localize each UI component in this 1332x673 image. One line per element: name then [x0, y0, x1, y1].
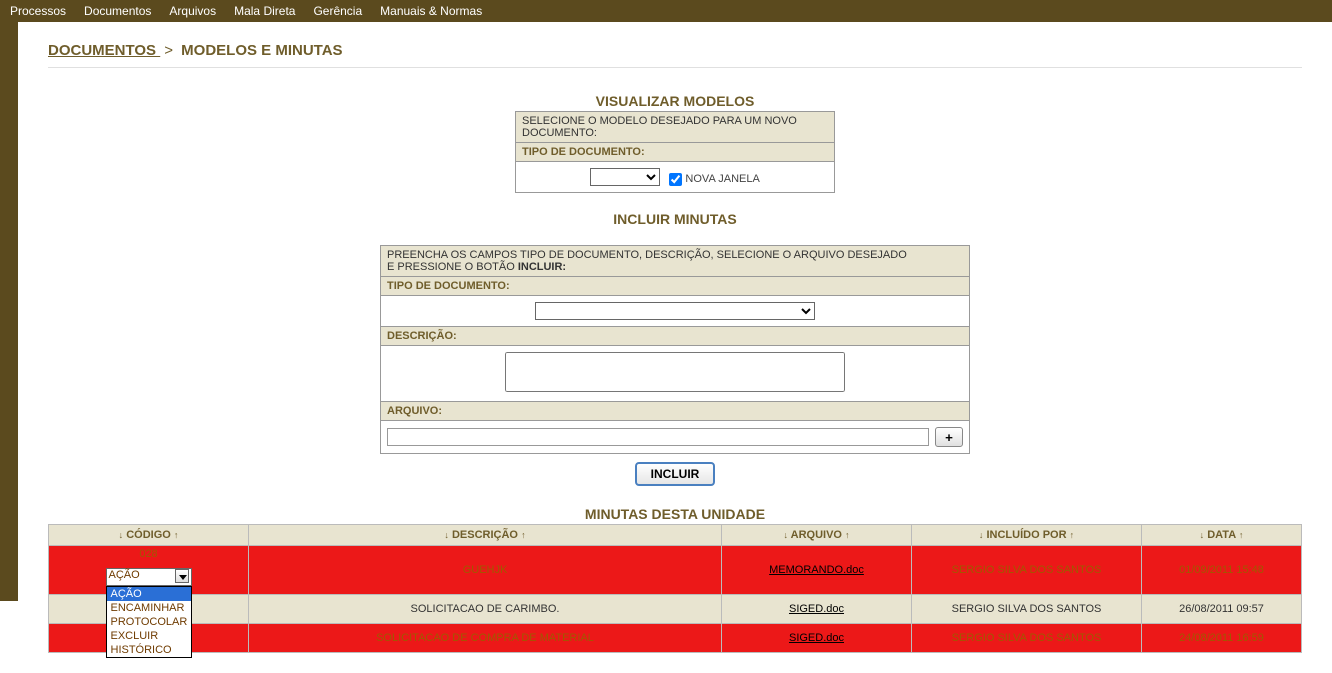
table-row: SOLICITACAO DE COMPRA DE MATERIAL SIGED.…	[49, 624, 1302, 653]
th-codigo-text: CÓDIGO	[126, 529, 171, 541]
im-header: PREENCHA OS CAMPOS TIPO DE DOCUMENTO, DE…	[381, 246, 969, 277]
im-header-line1: PREENCHA OS CAMPOS TIPO DE DOCUMENTO, DE…	[387, 249, 907, 261]
vm-tipo-label: TIPO DE DOCUMENTO:	[516, 143, 834, 162]
im-header-line2b: INCLUIR:	[518, 261, 566, 273]
topbar-arquivos[interactable]: Arquivos	[169, 4, 216, 18]
sort-up-icon: ↑	[1239, 530, 1244, 540]
cell-user: SERGIO SILVA DOS SANTOS	[912, 546, 1142, 595]
action-opt-excluir[interactable]: EXCLUIR	[107, 629, 191, 643]
table-row: SOLICITACAO DE CARIMBO. SIGED.doc SERGIO…	[49, 595, 1302, 624]
im-tipo-select[interactable]	[535, 302, 815, 320]
sort-up-icon: ↑	[845, 530, 850, 540]
im-panel: PREENCHA OS CAMPOS TIPO DE DOCUMENTO, DE…	[380, 245, 970, 454]
cell-data: 24/08/2011 16:59	[1142, 624, 1302, 653]
th-arquivo[interactable]: ↓ ARQUIVO ↑	[722, 525, 912, 546]
th-desc-text: DESCRIÇÃO	[452, 529, 518, 541]
im-arquivo-label: ARQUIVO:	[381, 402, 969, 421]
incluir-button[interactable]: INCLUIR	[635, 462, 716, 486]
sort-down-icon: ↓	[119, 530, 124, 540]
file-link[interactable]: MEMORANDO.doc	[769, 564, 864, 576]
cell-data: 01/09/2011 15:48	[1142, 546, 1302, 595]
topbar-processos[interactable]: Processos	[10, 4, 66, 18]
action-select-wrap: AÇÃO AÇÃO ENCAMINHAR PROTOCOLAR EXCLUIR …	[106, 568, 192, 586]
im-arquivo-row: +	[381, 421, 969, 453]
th-codigo[interactable]: ↓ CÓDIGO ↑	[49, 525, 249, 546]
cell-arquivo: SIGED.doc	[722, 595, 912, 624]
cell-arquivo: MEMORANDO.doc	[722, 546, 912, 595]
grid-table: ↓ CÓDIGO ↑ ↓ DESCRIÇÃO ↑ ↓ ARQUIVO ↑ ↓ I…	[48, 524, 1302, 653]
im-tipo-label: TIPO DE DOCUMENTO:	[381, 277, 969, 296]
action-select-value: AÇÃO	[109, 569, 140, 581]
chevron-down-icon	[175, 569, 189, 583]
im-title: INCLUIR MINUTAS	[48, 211, 1302, 227]
cell-arquivo: SIGED.doc	[722, 624, 912, 653]
vm-title: VISUALIZAR MODELOS	[48, 93, 1302, 109]
th-user-text: INCLUÍDO POR	[986, 529, 1066, 541]
breadcrumb-current: MODELOS E MINUTAS	[181, 42, 342, 59]
file-link[interactable]: SIGED.doc	[789, 603, 844, 615]
cell-desc: GUEHJK	[249, 546, 722, 595]
row-code: 028	[139, 548, 157, 560]
action-opt-protocolar[interactable]: PROTOCOLAR	[107, 615, 191, 629]
sort-down-icon: ↓	[444, 530, 449, 540]
vm-nova-janela-checkbox[interactable]	[669, 173, 682, 186]
topbar-mala-direta[interactable]: Mala Direta	[234, 4, 295, 18]
sort-down-icon: ↓	[1200, 530, 1205, 540]
th-desc[interactable]: ↓ DESCRIÇÃO ↑	[249, 525, 722, 546]
topbar-gerencia[interactable]: Gerência	[313, 4, 362, 18]
breadcrumb: DOCUMENTOS > MODELOS E MINUTAS	[48, 42, 1302, 68]
action-opt-historico[interactable]: HISTÓRICO	[107, 643, 191, 657]
content: DOCUMENTOS > MODELOS E MINUTAS VISUALIZA…	[18, 22, 1332, 673]
grid-title: MINUTAS DESTA UNIDADE	[48, 506, 1302, 522]
th-data[interactable]: ↓ DATA ↑	[1142, 525, 1302, 546]
table-row: 028 AÇÃO AÇÃO ENCAMINHAR PROTOCOLAR EXCL…	[49, 546, 1302, 595]
im-header-line2a: E PRESSIONE O BOTÃO	[387, 261, 518, 273]
breadcrumb-documentos[interactable]: DOCUMENTOS	[48, 42, 160, 59]
th-arquivo-text: ARQUIVO	[791, 529, 842, 541]
sort-down-icon: ↓	[783, 530, 788, 540]
vm-tipo-select[interactable]	[590, 168, 660, 186]
file-link[interactable]: SIGED.doc	[789, 632, 844, 644]
breadcrumb-sep: >	[164, 42, 173, 59]
vm-nova-janela-label: NOVA JANELA	[685, 173, 759, 185]
action-select[interactable]: AÇÃO	[106, 568, 192, 586]
action-dropdown: AÇÃO ENCAMINHAR PROTOCOLAR EXCLUIR HISTÓ…	[106, 586, 192, 658]
sort-up-icon: ↑	[521, 530, 526, 540]
im-tipo-row	[381, 296, 969, 327]
im-desc-textarea[interactable]	[505, 352, 845, 392]
topbar: Processos Documentos Arquivos Mala Diret…	[0, 0, 1332, 22]
im-plus-button[interactable]: +	[935, 427, 963, 447]
grid-section: MINUTAS DESTA UNIDADE ↓ CÓDIGO ↑ ↓ DESCR…	[48, 506, 1302, 653]
action-opt-acao[interactable]: AÇÃO	[107, 587, 191, 601]
cell-user: SERGIO SILVA DOS SANTOS	[912, 624, 1142, 653]
im-desc-label: DESCRIÇÃO:	[381, 327, 969, 346]
action-opt-encaminhar[interactable]: ENCAMINHAR	[107, 601, 191, 615]
sidebar-left	[0, 22, 18, 601]
topbar-manuais[interactable]: Manuais & Normas	[380, 4, 482, 18]
th-user[interactable]: ↓ INCLUÍDO POR ↑	[912, 525, 1142, 546]
topbar-documentos[interactable]: Documentos	[84, 4, 151, 18]
sort-up-icon: ↑	[174, 530, 179, 540]
cell-desc: SOLICITACAO DE CARIMBO.	[249, 595, 722, 624]
grid-header-row: ↓ CÓDIGO ↑ ↓ DESCRIÇÃO ↑ ↓ ARQUIVO ↑ ↓ I…	[49, 525, 1302, 546]
im-desc-row	[381, 346, 969, 402]
cell-codigo: 028 AÇÃO AÇÃO ENCAMINHAR PROTOCOLAR EXCL…	[49, 546, 249, 595]
vm-header: SELECIONE O MODELO DESEJADO PARA UM NOVO…	[516, 112, 834, 143]
vm-input-row: NOVA JANELA	[516, 162, 834, 192]
th-data-text: DATA	[1207, 529, 1236, 541]
sort-up-icon: ↑	[1070, 530, 1075, 540]
sort-down-icon: ↓	[979, 530, 984, 540]
vm-panel: SELECIONE O MODELO DESEJADO PARA UM NOVO…	[515, 111, 835, 193]
cell-data: 26/08/2011 09:57	[1142, 595, 1302, 624]
cell-user: SERGIO SILVA DOS SANTOS	[912, 595, 1142, 624]
im-arquivo-input[interactable]	[387, 428, 929, 446]
cell-desc: SOLICITACAO DE COMPRA DE MATERIAL	[249, 624, 722, 653]
